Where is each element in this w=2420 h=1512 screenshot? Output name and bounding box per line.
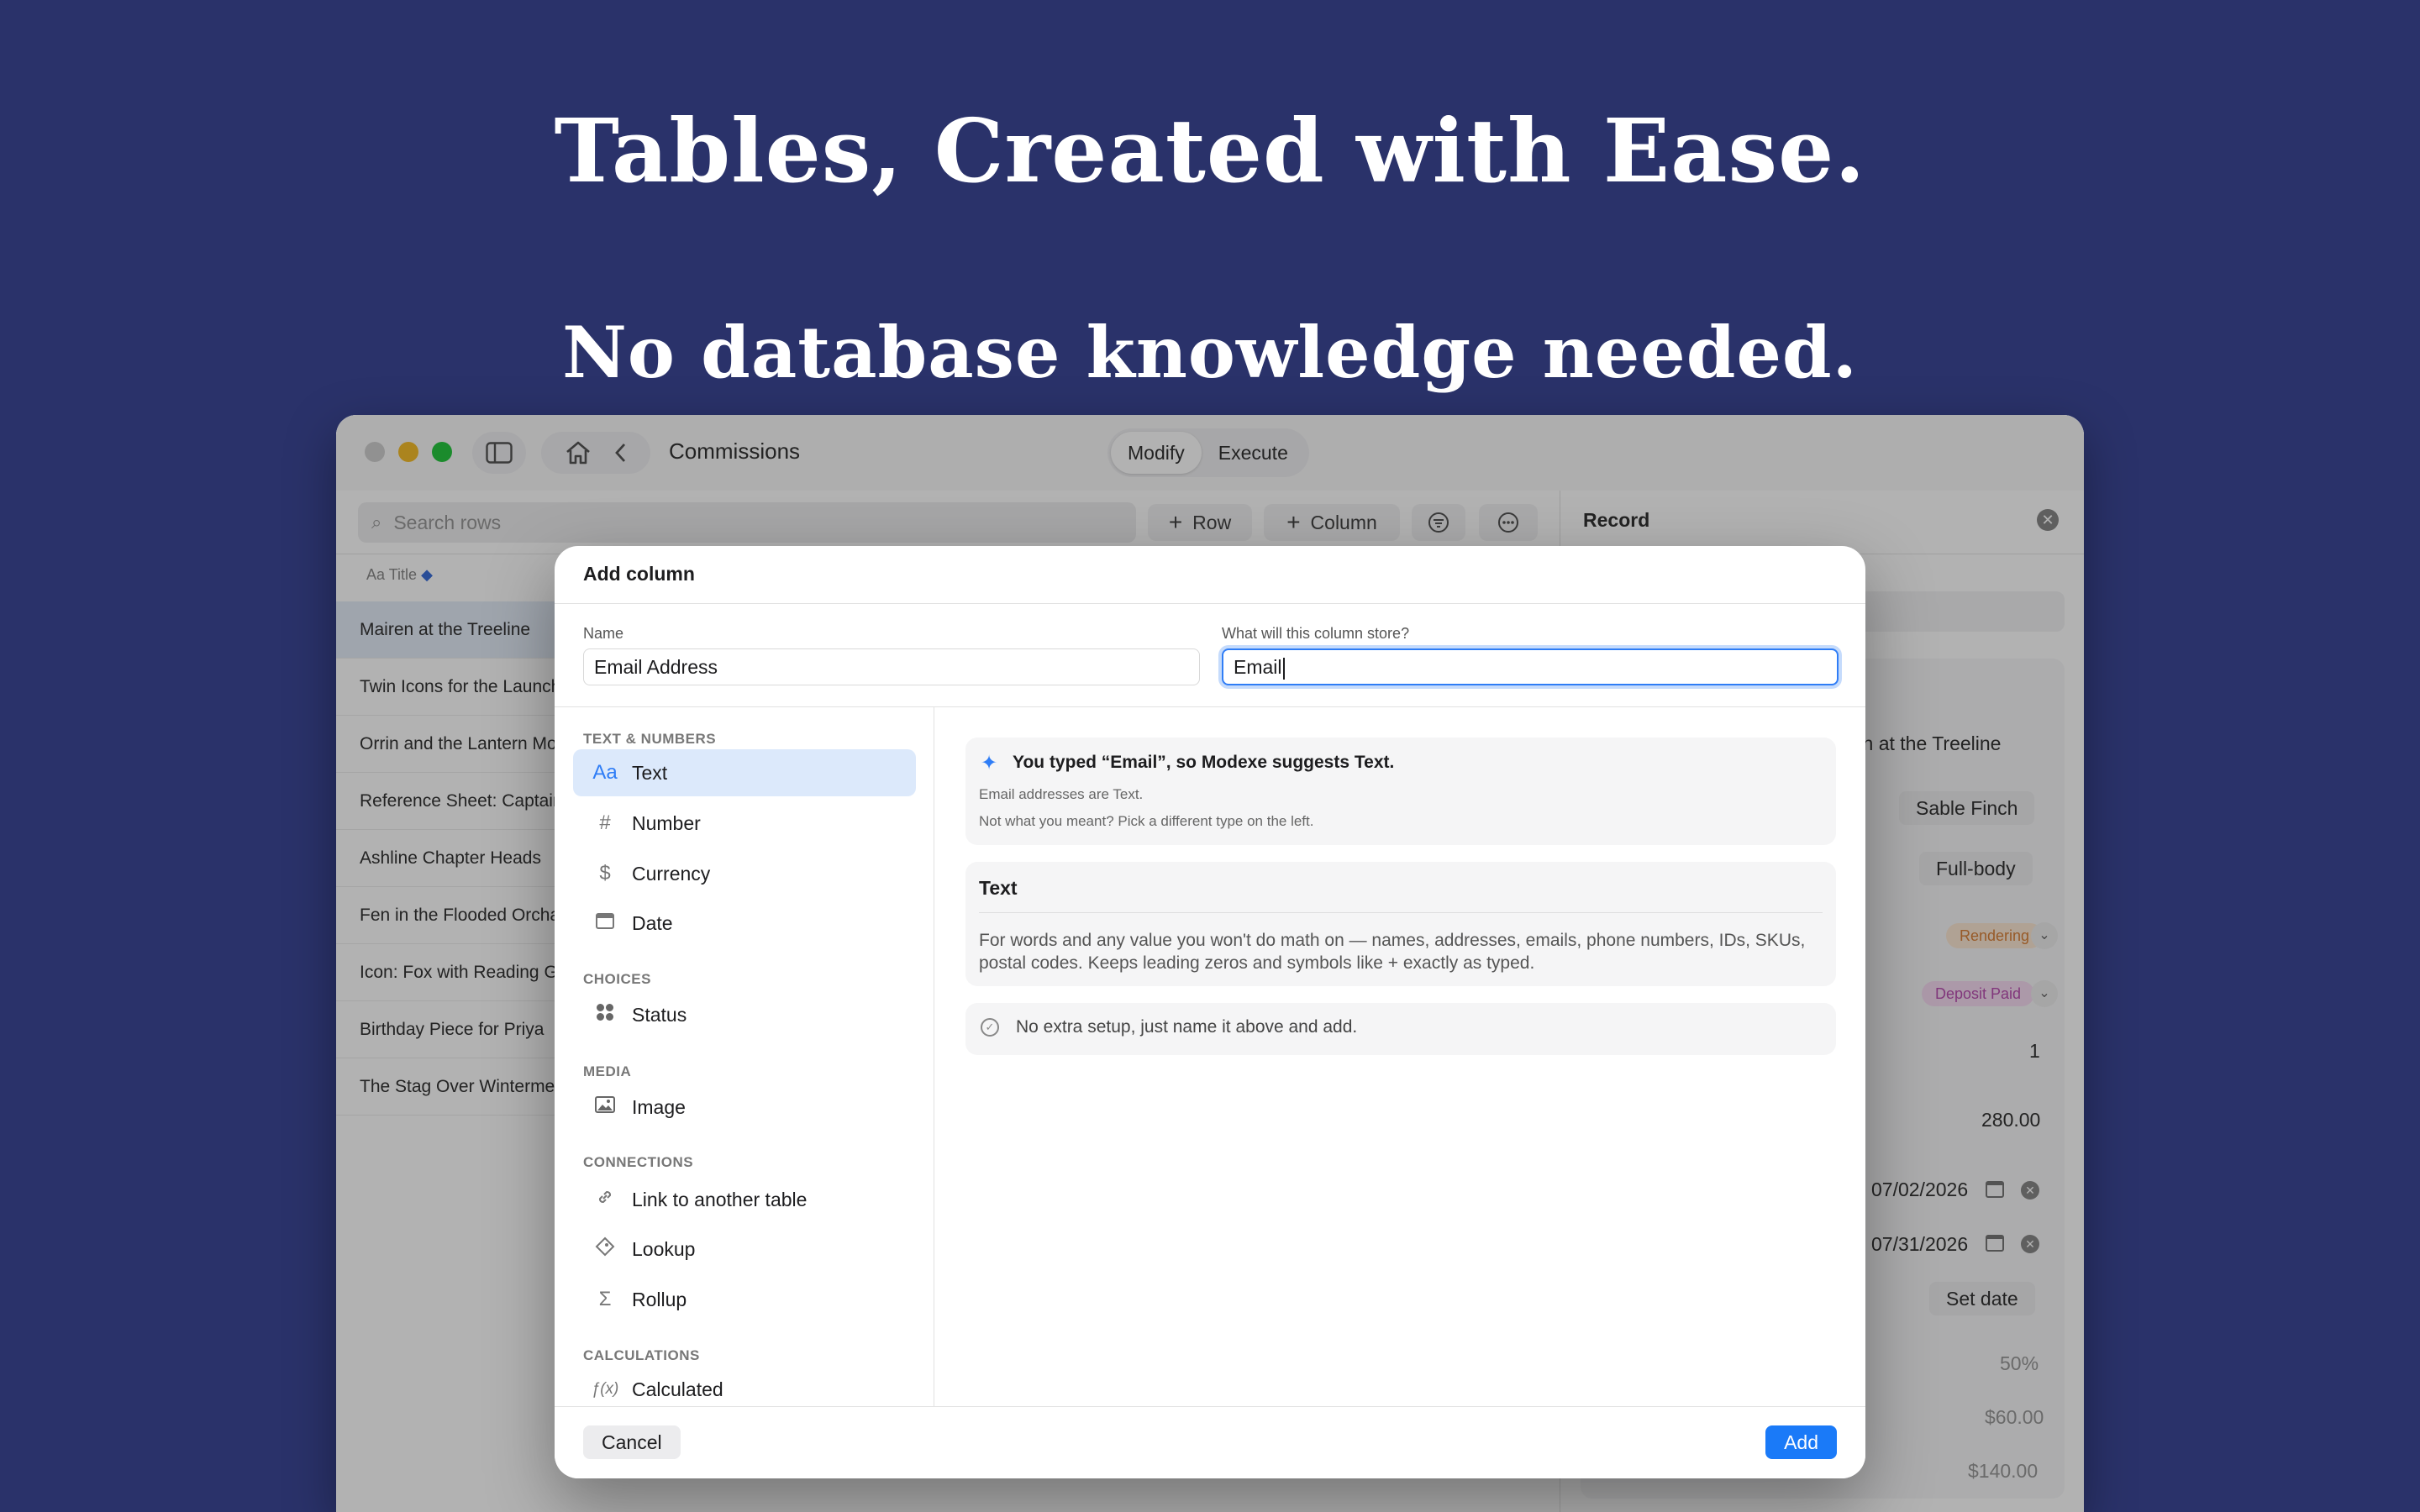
column-store-value: Email [1234, 656, 1282, 678]
divider [555, 603, 1865, 604]
type-rollup[interactable]: Σ Rollup [573, 1276, 916, 1323]
type-lookup[interactable]: Lookup [573, 1226, 916, 1273]
type-link[interactable]: Link to another table [573, 1176, 916, 1223]
type-status[interactable]: Status [573, 991, 916, 1038]
section-choices: CHOICES [583, 971, 651, 987]
type-currency-label: Currency [632, 862, 711, 885]
type-card-title: Text [979, 877, 1018, 899]
section-calculations: CALCULATIONS [583, 1347, 700, 1363]
calendar-icon [588, 911, 622, 935]
text-caret [1282, 657, 1285, 680]
type-calculated-label: Calculated [632, 1378, 723, 1400]
type-number-label: Number [632, 811, 701, 834]
type-number[interactable]: # Number [573, 800, 916, 847]
type-card-description: For words and any value you won't do mat… [979, 931, 1806, 973]
type-image-label: Image [632, 1095, 686, 1118]
hash-icon: # [599, 811, 611, 834]
status-grid-icon [588, 1003, 622, 1027]
column-name-input[interactable]: Email Address [583, 648, 1200, 685]
lookup-icon [588, 1236, 622, 1263]
type-text[interactable]: Aa Text [573, 749, 916, 796]
function-icon: ƒ(x) [591, 1380, 619, 1398]
dollar-icon: $ [599, 862, 611, 885]
type-currency[interactable]: $ Currency [573, 850, 916, 897]
type-lookup-label: Lookup [632, 1237, 696, 1260]
suggestion-card: ✦ You typed “Email”, so Modexe suggests … [965, 738, 1836, 845]
sparkle-icon: ✦ [981, 752, 998, 774]
type-image[interactable]: Image [573, 1084, 916, 1131]
dialog-footer: Cancel Add [555, 1406, 1865, 1478]
type-description-card: Text For words and any value you won't d… [965, 862, 1836, 986]
setup-note: No extra setup, just name it above and a… [1016, 1017, 1358, 1037]
suggestion-line: Email addresses are Text. [979, 786, 1144, 802]
add-column-dialog: Add column Name Email Address What will … [555, 546, 1865, 1478]
setup-note-card: ✓ No extra setup, just name it above and… [965, 1003, 1836, 1055]
add-button[interactable]: Add [1765, 1425, 1837, 1459]
type-date-label: Date [632, 911, 673, 934]
type-link-label: Link to another table [632, 1188, 808, 1210]
link-icon [588, 1187, 622, 1213]
text-type-icon: Aa [592, 761, 618, 784]
cancel-button[interactable]: Cancel [583, 1425, 681, 1459]
section-connections: CONNECTIONS [583, 1154, 694, 1170]
check-circle-icon: ✓ [981, 1018, 999, 1037]
type-status-label: Status [632, 1003, 687, 1026]
dialog-title: Add column [583, 563, 695, 585]
column-store-input[interactable]: Email [1222, 648, 1839, 685]
store-label: What will this column store? [1222, 625, 1410, 642]
section-text-numbers: TEXT & NUMBERS [583, 731, 717, 747]
suggestion-hint: Not what you meant? Pick a different typ… [979, 813, 1314, 829]
type-rollup-label: Rollup [632, 1288, 687, 1310]
hero-headline: Tables, Created with Ease. [554, 99, 1866, 202]
suggestion-title: You typed “Email”, so Modexe suggests Te… [1013, 753, 1395, 772]
type-date[interactable]: Date [573, 900, 916, 947]
type-list: TEXT & NUMBERS Aa Text # Number $ Currency … [555, 707, 934, 1406]
image-icon [588, 1095, 622, 1119]
type-text-label: Text [632, 761, 668, 784]
sigma-icon: Σ [598, 1288, 612, 1310]
type-calculated[interactable]: ƒ(x) Calculated [573, 1366, 916, 1406]
type-details: ✦ You typed “Email”, so Modexe suggests … [935, 707, 1865, 1406]
name-label: Name [583, 625, 624, 642]
divider [979, 912, 1823, 913]
section-media: MEDIA [583, 1063, 632, 1079]
hero-subheadline: No database knowledge needed. [562, 311, 1858, 394]
